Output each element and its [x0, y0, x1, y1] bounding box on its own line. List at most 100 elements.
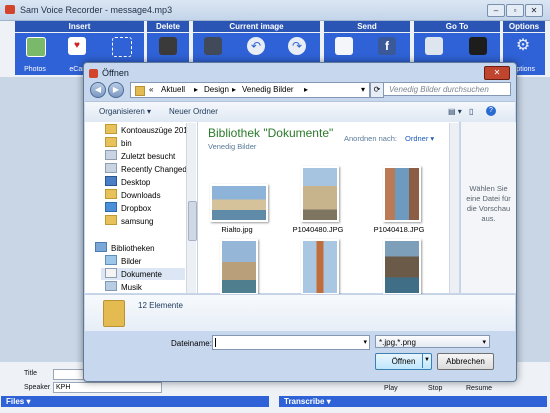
transcribe-tab[interactable]: Transcribe ▾ [279, 396, 547, 407]
recent-icon [105, 163, 117, 173]
nav-item-bin[interactable]: bin [105, 137, 132, 149]
nav-item-dokumente[interactable]: Dokumente [101, 268, 185, 280]
chevron-down-icon[interactable]: ▾ [363, 336, 367, 349]
dropbox-icon [105, 202, 117, 212]
file-name-rialto[interactable]: Rialto.jpg [197, 225, 277, 234]
folder-icon [105, 137, 117, 147]
navigation-pane: Kontoauszüge 2013 bin Zuletzt besucht Re… [85, 122, 198, 293]
refresh-button[interactable]: ⟳ [370, 82, 384, 98]
breadcrumb-design[interactable]: Design [204, 85, 229, 94]
files-tab[interactable]: Files ▾ [1, 396, 269, 407]
breadcrumb-aktuell[interactable]: Aktuell [161, 85, 185, 94]
thumbnail-image-5[interactable] [301, 239, 339, 295]
new-folder-button[interactable]: Neuer Ordner [169, 107, 218, 116]
chevron-down-icon[interactable]: ▾ [361, 85, 365, 94]
photos-label: Photos [24, 66, 46, 73]
breadcrumb-venedig-bilder[interactable]: Venedig Bilder [242, 85, 294, 94]
organize-button[interactable]: Organisieren ▾ [99, 107, 151, 116]
group-header: Insert [15, 21, 144, 32]
chevron-right-icon: ▸ [194, 85, 199, 94]
nav-item-bilder[interactable]: Bilder [105, 255, 141, 267]
address-bar[interactable]: « Aktuell ▸ Design ▸ Venedig Bilder ▸ ▾ [130, 82, 370, 98]
nav-item-desktop[interactable]: Desktop [105, 176, 150, 188]
nav-item-zuletzt-besucht[interactable]: Zuletzt besucht [105, 150, 175, 162]
forward-button[interactable]: ▶ [108, 82, 124, 98]
library-subtitle: Venedig Bilder [208, 142, 257, 151]
file-list: Bibliothek "Dokumente" Venedig Bilder An… [197, 122, 459, 295]
nav-item-dropbox[interactable]: Dropbox [105, 202, 151, 214]
nav-item-musik[interactable]: Musik [105, 281, 142, 293]
nav-item-kontoauszuege[interactable]: Kontoauszüge 2013 [105, 124, 192, 136]
maximize-button[interactable]: ▫ [506, 4, 524, 17]
gallery-icon [425, 37, 443, 55]
filetype-select[interactable]: *.jpg,*.png ▾ [375, 335, 490, 348]
dialog-title: Öffnen [102, 68, 129, 78]
preview-pane: Wählen Sie eine Datei für die Vorschau a… [460, 122, 516, 293]
thumbnail-image-6[interactable] [383, 239, 421, 295]
view-options-icon[interactable]: ▤ ▾ [448, 107, 462, 116]
documents-icon [105, 268, 117, 278]
libraries-icon [95, 242, 107, 252]
speaker-label: Speaker [24, 384, 51, 391]
play-button[interactable]: Play [384, 385, 398, 392]
notebook-icon [469, 37, 487, 55]
dialog-toolbar: Organisieren ▾ Neuer Ordner ▤ ▾ ▯ ? [85, 101, 515, 123]
group-header: Send [324, 21, 410, 32]
selection-icon [112, 37, 132, 57]
chevron-right-icon: ▸ [232, 85, 237, 94]
nav-scrollbar[interactable] [186, 123, 197, 293]
preview-message: Wählen Sie eine Datei für die Vorschau a… [466, 184, 511, 223]
nav-item-recently-changed[interactable]: Recently Changed [105, 163, 187, 175]
group-header: Options [503, 21, 545, 32]
file-list-scrollbar[interactable] [449, 123, 459, 293]
pictures-icon [105, 255, 117, 265]
nav-item-samsung[interactable]: samsung [105, 215, 153, 227]
thumbnail-p1040480[interactable] [301, 166, 339, 222]
back-button[interactable]: ◀ [90, 82, 106, 98]
desktop-icon [105, 176, 117, 186]
search-input[interactable]: Venedig Bilder durchsuchen [383, 82, 511, 96]
file-name-p1040418[interactable]: P1040418.JPG [359, 225, 439, 234]
gear-icon: ⚙ [515, 37, 531, 54]
facebook-icon: f [378, 37, 396, 55]
app-icon [5, 5, 15, 14]
file-name-p1040480[interactable]: P1040480.JPG [278, 225, 358, 234]
rotate-right-icon: ↷ [288, 37, 306, 55]
minimize-button[interactable]: – [487, 4, 505, 17]
filetype-value: *.jpg,*.png [379, 338, 416, 347]
scrollbar-thumb[interactable] [188, 201, 197, 241]
dialog-close-button[interactable]: ✕ [484, 66, 510, 80]
nav-item-downloads[interactable]: Downloads [105, 189, 161, 201]
speaker-input[interactable]: KPH [53, 382, 162, 393]
filename-input[interactable]: ▾ [212, 335, 370, 350]
heart-icon: ♥ [68, 37, 86, 55]
thumbnail-p1040418[interactable] [383, 166, 421, 222]
open-options-dropdown[interactable]: ▼ [422, 353, 431, 368]
nav-item-bibliotheken[interactable]: Bibliotheken [95, 242, 155, 254]
preview-pane-icon[interactable]: ▯ [469, 107, 473, 116]
details-pane: 12 Elemente [85, 294, 515, 331]
thumbnail-image-4[interactable] [220, 239, 258, 295]
photos-button[interactable]: Photos [15, 33, 55, 75]
folder-icon [105, 215, 117, 225]
address-root[interactable]: « [149, 85, 153, 94]
stop-button[interactable]: Stop [428, 385, 442, 392]
folder-icon [103, 300, 125, 327]
arrange-label: Anordnen nach: [344, 134, 397, 143]
close-button[interactable]: ✕ [525, 4, 543, 17]
chevron-down-icon[interactable]: ▾ [482, 336, 486, 349]
thumbnail-rialto[interactable] [210, 184, 268, 222]
arrange-dropdown[interactable]: Ordner ▾ [405, 134, 434, 143]
folder-icon [105, 124, 117, 134]
open-file-dialog: Öffnen ✕ ◀ ▶ « Aktuell ▸ Design ▸ Venedi… [83, 62, 517, 382]
cancel-button[interactable]: Abbrechen [437, 353, 494, 370]
filename-label: Dateiname: [171, 339, 212, 348]
chevron-right-icon: ▸ [304, 85, 309, 94]
rotate-left-icon: ↶ [247, 37, 265, 55]
help-icon[interactable]: ? [486, 106, 496, 116]
resume-button[interactable]: Resume [466, 385, 492, 392]
downloads-icon [105, 189, 117, 199]
group-header: Go To [414, 21, 500, 32]
item-count: 12 Elemente [138, 301, 183, 310]
library-title: Bibliothek "Dokumente" [208, 126, 334, 140]
